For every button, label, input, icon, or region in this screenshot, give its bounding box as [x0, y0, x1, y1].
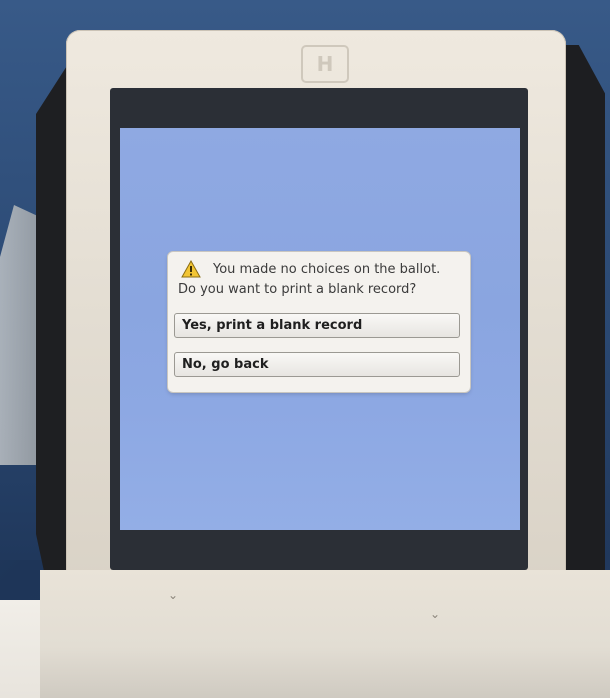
- device-stand: [40, 570, 610, 698]
- stand-notch-left: ⌄: [168, 588, 179, 602]
- warning-icon: [181, 260, 201, 278]
- go-back-button[interactable]: No, go back: [174, 352, 460, 377]
- stand-notch-right: ⌄: [430, 607, 441, 621]
- print-blank-record-button[interactable]: Yes, print a blank record: [174, 313, 460, 338]
- dialog-message-line1: You made no choices on the ballot.: [213, 262, 441, 277]
- device-logo: H: [301, 45, 349, 83]
- dialog-message-line2: Do you want to print a blank record?: [178, 282, 417, 297]
